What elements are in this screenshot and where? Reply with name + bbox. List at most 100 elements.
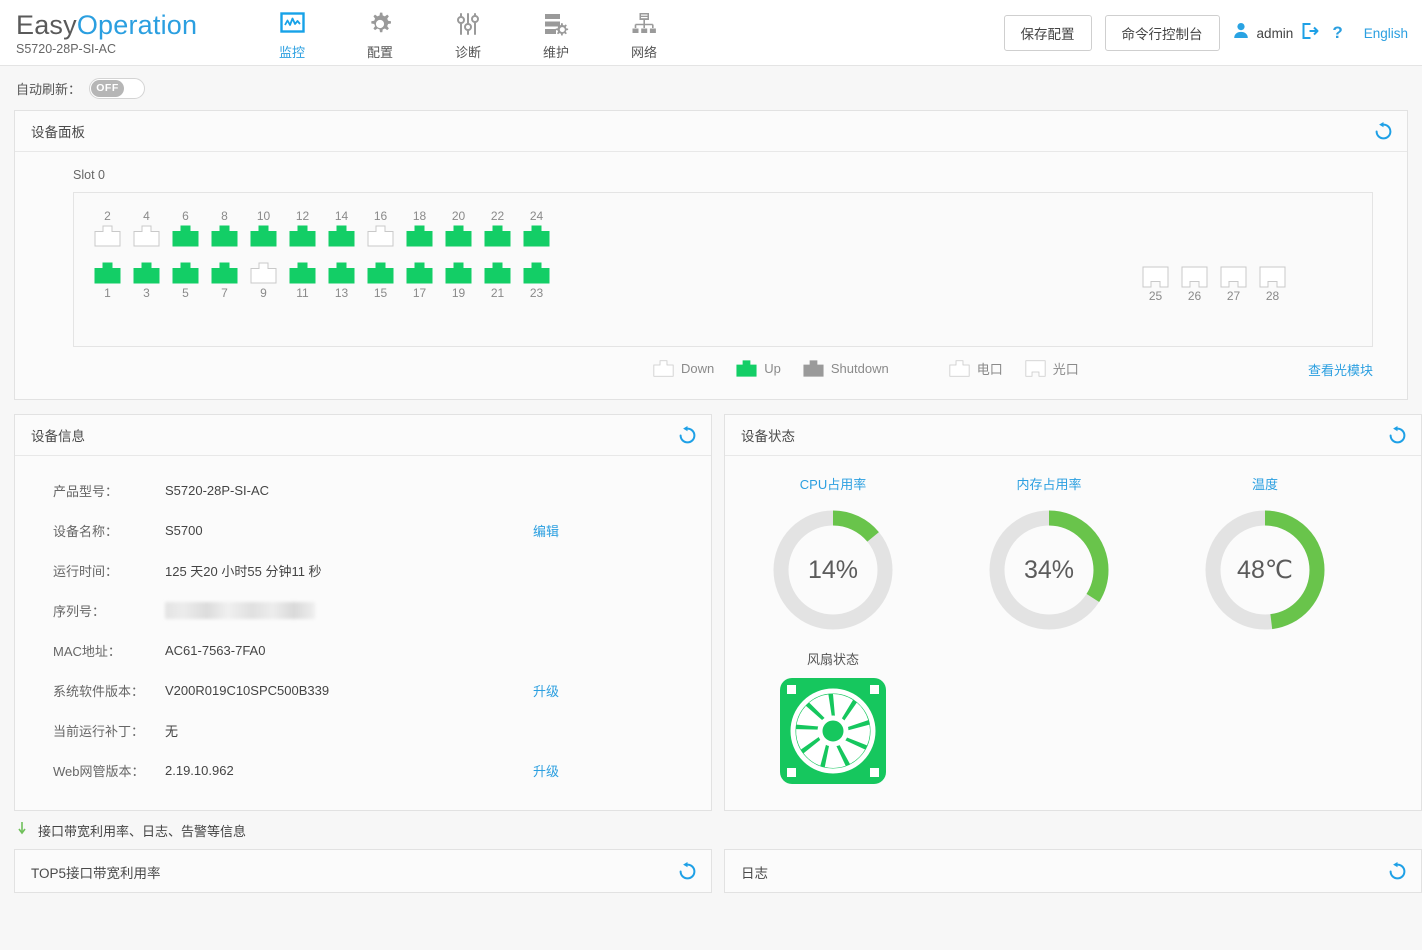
save-config-button[interactable]: 保存配置 (1003, 15, 1092, 51)
port-25[interactable]: 25 (1136, 266, 1175, 305)
legend-item-up: Up (736, 359, 781, 377)
port-13[interactable] (322, 262, 361, 284)
port-12[interactable] (283, 225, 322, 247)
gauge-row: CPU占用率 14% 内存占用率 34% 温度 48℃ (725, 456, 1421, 633)
refresh-icon[interactable] (678, 426, 697, 450)
port-number-label: 22 (490, 209, 505, 223)
port-10[interactable] (244, 225, 283, 247)
port-27[interactable]: 27 (1214, 266, 1253, 305)
nav-item-config[interactable]: 配置 (336, 5, 424, 61)
device-model-subtitle: S5720-28P-SI-AC (16, 41, 117, 56)
port-16[interactable] (361, 225, 400, 247)
port-number-label: 17 (412, 286, 427, 300)
legend-item-rj45: 电口 (949, 359, 1003, 378)
port-bottom-row (88, 262, 556, 284)
gear-icon (336, 9, 424, 39)
nav-item-monitor[interactable]: 监控 (248, 5, 336, 61)
info-action-link[interactable]: 升级 (533, 761, 559, 780)
help-icon[interactable]: ? (1332, 23, 1342, 43)
port-26[interactable]: 26 (1175, 266, 1214, 305)
refresh-icon[interactable] (1374, 122, 1393, 146)
port-28[interactable]: 28 (1253, 266, 1292, 305)
device-info-card: 设备信息 产品型号： S5720-28P-SI-AC 设备名称： S5700 编辑 运行时… (14, 414, 712, 811)
port-number-label: 15 (373, 286, 388, 300)
masked-serial-number (165, 601, 315, 619)
port-number-label: 6 (182, 209, 189, 223)
info-action-link[interactable]: 编辑 (533, 521, 559, 540)
device-info-title: 设备信息 (31, 429, 85, 444)
port-14[interactable] (322, 225, 361, 247)
port-24[interactable] (517, 225, 556, 247)
port-number-label: 20 (451, 209, 466, 223)
info-row: 系统软件版本： V200R019C10SPC500B339 升级 (15, 670, 711, 710)
nav-item-network[interactable]: 网络 (600, 5, 688, 61)
main-columns: 设备信息 产品型号： S5720-28P-SI-AC 设备名称： S5700 编辑 运行时… (0, 414, 1422, 811)
nav-label-config: 配置 (366, 44, 393, 60)
port-8[interactable] (205, 225, 244, 247)
gauge-内存占用率: 内存占用率 34% (941, 474, 1157, 633)
info-value: S5720-28P-SI-AC (165, 482, 270, 498)
info-row: Web网管版本： 2.19.10.962 升级 (15, 750, 711, 790)
port-number-label: 7 (221, 286, 228, 300)
port-7[interactable] (205, 262, 244, 284)
cli-console-button[interactable]: 命令行控制台 (1104, 15, 1220, 51)
gauge-title: CPU占用率 (799, 477, 867, 492)
legend-port-icon (1025, 359, 1046, 377)
sliders-icon (424, 9, 512, 39)
port-18[interactable] (400, 225, 439, 247)
legend-item-down: Down (653, 359, 715, 377)
port-1[interactable] (88, 262, 127, 284)
gauge-donut: 34% (986, 507, 1112, 633)
legend-item-sfp: 光口 (1025, 359, 1079, 378)
port-number-label: 4 (143, 209, 150, 223)
auto-refresh-toggle[interactable]: OFF (89, 77, 146, 99)
port-17[interactable] (400, 262, 439, 284)
refresh-icon[interactable] (1388, 862, 1407, 886)
nav-label-maintenance: 维护 (542, 44, 569, 60)
port-22[interactable] (478, 225, 517, 247)
port-3[interactable] (127, 262, 166, 284)
port-19[interactable] (439, 262, 478, 284)
monitor-icon (248, 9, 336, 39)
device-info-header: 设备信息 (15, 415, 711, 456)
port-number-label: 12 (295, 209, 310, 223)
gauge-title: 温度 (1251, 477, 1278, 492)
collapse-section-bar[interactable]: 接口带宽利用率、日志、告警等信息 (0, 811, 1422, 849)
port-number-label: 2 (104, 209, 111, 223)
port-4[interactable] (127, 225, 166, 247)
port-23[interactable] (517, 262, 556, 284)
language-switch-link[interactable]: English (1364, 26, 1408, 41)
device-status-column: 设备状态 CPU占用率 14% 内存占用率 34% 温度 48℃ 风扇状态 (724, 414, 1422, 811)
info-action-link[interactable]: 升级 (533, 681, 559, 700)
port-2[interactable] (88, 225, 127, 247)
collapse-section-label: 接口带宽利用率、日志、告警等信息 (38, 823, 247, 839)
top5-bandwidth-card: TOP5接口带宽利用率 (14, 849, 712, 893)
device-panel-header: 设备面板 (15, 111, 1407, 152)
slot-container: 2 4 6 8 10 12 14 16 18 20 22 24 1 3 5 7 9 11 13 15 17 19 21 23… (73, 192, 1373, 347)
nav-label-network: 网络 (630, 44, 657, 60)
view-optical-module-link[interactable]: 查看光模块 (1308, 360, 1373, 379)
refresh-icon[interactable] (678, 862, 697, 886)
nav-item-maintenance[interactable]: 维护 (512, 5, 600, 61)
port-11[interactable] (283, 262, 322, 284)
refresh-icon[interactable] (1388, 426, 1407, 450)
app-header: EasyOperation S5720-28P-SI-AC 监控 配置 诊断 维… (0, 0, 1422, 66)
legend-type-items: 电口 光口 (949, 359, 1079, 378)
port-21[interactable] (478, 262, 517, 284)
port-6[interactable] (166, 225, 205, 247)
user-avatar-icon (1233, 22, 1249, 44)
legend-port-icon (803, 359, 824, 377)
port-20[interactable] (439, 225, 478, 247)
legend-label: Down (681, 360, 715, 376)
info-key: 运行时间： (53, 563, 119, 579)
legend-label: 光口 (1052, 361, 1079, 377)
port-9[interactable] (244, 262, 283, 284)
device-panel-card: 设备面板 Slot 0 2 4 6 8 10 12 14 16 18 20 22 24 1 3 5 7 9 11… (14, 110, 1408, 400)
port-15[interactable] (361, 262, 400, 284)
info-value: S5700 (165, 522, 203, 538)
port-5[interactable] (166, 262, 205, 284)
nav-item-diagnosis[interactable]: 诊断 (424, 5, 512, 61)
logout-icon[interactable] (1301, 22, 1319, 45)
port-number-label: 11 (296, 286, 309, 300)
port-number-label: 28 (1265, 289, 1280, 303)
